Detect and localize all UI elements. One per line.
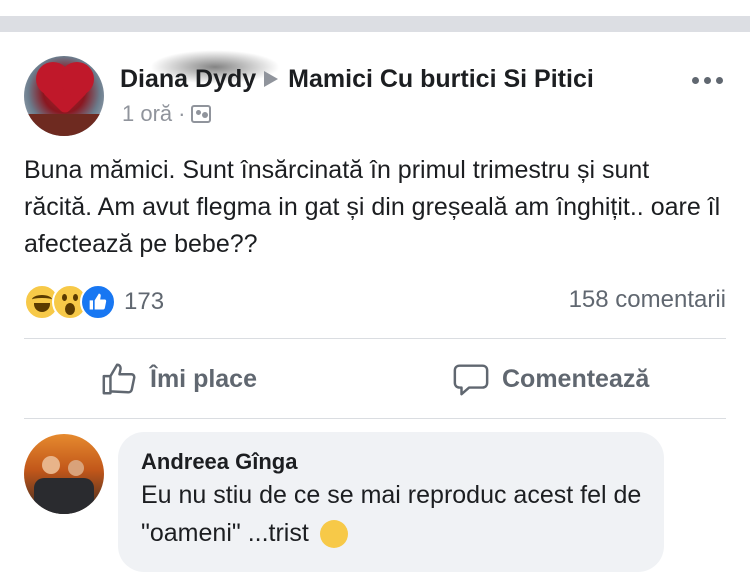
divider: [24, 338, 726, 339]
post-group-name[interactable]: Mamici Cu burtici Si Pitici: [288, 65, 594, 94]
reaction-count[interactable]: 173: [124, 288, 164, 316]
avatar-body-graphic: [34, 478, 94, 514]
comment-text-block: Eu nu stiu de ce se mai reproduc acest f…: [141, 476, 651, 552]
feed-divider: [0, 16, 750, 32]
avatar-person-graphic: [68, 460, 84, 476]
post-header: Diana Dydy Mamici Cu burtici Si Pitici: [120, 62, 594, 96]
reactions-summary[interactable]: 173: [24, 284, 164, 320]
comment-button[interactable]: Comentează: [452, 356, 649, 402]
comment-bubble-icon: [453, 364, 489, 396]
post-timestamp[interactable]: 1 oră: [122, 101, 172, 127]
divider: [24, 418, 726, 419]
like-button[interactable]: Îmi place: [100, 356, 257, 402]
post-meta: 1 oră ·: [122, 101, 212, 127]
audience-icon[interactable]: [191, 105, 212, 123]
like-reaction-icon: [80, 284, 116, 320]
comment-button-label: Comentează: [502, 364, 650, 393]
avatar-ground-graphic: [24, 114, 104, 136]
shared-to-arrow-icon: [264, 71, 279, 87]
more-options-icon[interactable]: [692, 70, 732, 90]
sad-emoji-icon: [319, 520, 348, 549]
top-band: [0, 0, 750, 16]
meta-separator: ·: [178, 101, 186, 126]
commenter-avatar[interactable]: [24, 434, 104, 514]
avatar-person-graphic: [42, 456, 60, 474]
comment-text: Eu nu stiu de ce se mai reproduc acest f…: [141, 481, 642, 547]
avatar-heart-graphic: [40, 66, 90, 116]
post-text: Buna mămici. Sunt însărcinată în primul …: [24, 156, 721, 258]
post-author-name[interactable]: Diana Dydy: [120, 65, 256, 94]
comment-author-name[interactable]: Andreea Gînga: [141, 449, 297, 475]
thumbs-up-icon: [102, 363, 136, 395]
post-author-avatar[interactable]: [24, 56, 104, 136]
comments-count-link[interactable]: 158 comentarii: [569, 286, 726, 314]
like-button-label: Îmi place: [150, 364, 257, 393]
